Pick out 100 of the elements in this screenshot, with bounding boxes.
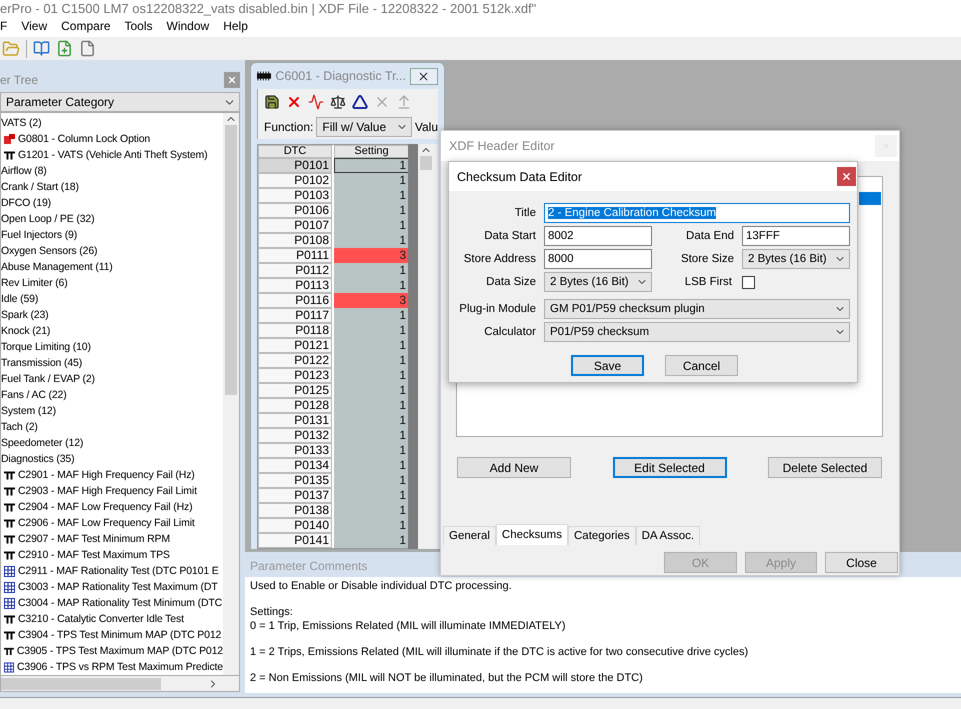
tree-item[interactable]: C3004 - MAP Rationality Test Minimum (DTC: [18, 597, 222, 610]
tab[interactable]: DA Assoc.: [636, 526, 700, 546]
row-header[interactable]: P0103: [258, 188, 332, 204]
close-button[interactable]: [410, 68, 438, 85]
menu-item[interactable]: F: [0, 19, 16, 34]
tab[interactable]: Categories: [568, 526, 636, 546]
tree-item[interactable]: C3905 - TPS Test Maximum MAP (DTC P012: [16, 645, 223, 658]
table-cell[interactable]: 1: [334, 503, 409, 518]
view-dropdown[interactable]: Parameter Category: [0, 92, 240, 112]
row-header[interactable]: P0128: [258, 398, 332, 414]
selected-list-row[interactable]: [859, 192, 881, 206]
table-cell[interactable]: 1: [334, 473, 409, 488]
tree-item[interactable]: Airflow (8): [1, 165, 47, 178]
table-cell[interactable]: 1: [334, 428, 409, 444]
table-cell[interactable]: 1: [334, 518, 409, 534]
row-header[interactable]: P0141: [258, 533, 332, 548]
row-header[interactable]: P0125: [258, 383, 332, 398]
row-header[interactable]: P0106: [258, 203, 332, 218]
tree-item[interactable]: Spark (23): [1, 309, 49, 322]
table-cell[interactable]: 1: [334, 188, 409, 204]
tree-item[interactable]: Abuse Management (11): [1, 261, 113, 274]
tree-item[interactable]: VATS (2): [1, 117, 42, 130]
row-header[interactable]: P0135: [258, 473, 332, 488]
tree-item[interactable]: Crank / Start (18): [1, 181, 79, 194]
file-icon[interactable]: [79, 40, 96, 58]
tree-item[interactable]: C2911 - MAF Rationality Test (DTC P0101 E: [18, 565, 219, 578]
row-header[interactable]: P0101: [258, 158, 332, 174]
checkbox[interactable]: [742, 276, 755, 289]
table-cell[interactable]: 1: [334, 218, 409, 234]
row-header[interactable]: P0134: [258, 458, 332, 474]
table-cell[interactable]: 1: [334, 443, 409, 458]
tree-item[interactable]: C3904 - TPS Test Minimum MAP (DTC P012: [18, 629, 222, 642]
scrollbar-thumb[interactable]: [1, 678, 161, 690]
dropdown[interactable]: P01/P59 checksum: [544, 322, 850, 342]
row-header[interactable]: P0131: [258, 413, 332, 428]
table-cell[interactable]: 1: [334, 488, 409, 504]
menu-item[interactable]: Compare: [61, 19, 118, 34]
tab[interactable]: General: [443, 526, 496, 546]
table-cell[interactable]: 1: [334, 203, 409, 218]
tree-item[interactable]: C3003 - MAP Rationality Test Maximum (DT: [18, 581, 218, 594]
table-cell[interactable]: 1: [334, 533, 409, 548]
input-field[interactable]: 13FFF: [742, 226, 850, 246]
row-header[interactable]: P0133: [258, 443, 332, 458]
tree-item[interactable]: C3210 - Catalytic Converter Idle Test: [18, 613, 184, 626]
title-field[interactable]: 2 - Engine Calibration Checksum: [544, 203, 850, 224]
save-icon[interactable]: [264, 94, 280, 110]
table-cell[interactable]: 1: [334, 308, 409, 324]
action-button[interactable]: Edit Selected: [612, 457, 726, 478]
scale-icon[interactable]: [330, 94, 346, 110]
row-header[interactable]: P0122: [258, 353, 332, 368]
tree-item[interactable]: G0801 - Column Lock Option: [18, 133, 150, 146]
tree-item[interactable]: Speedometer (12): [1, 437, 84, 450]
tree-item[interactable]: Open Loop / PE (32): [1, 213, 94, 226]
file-plus-icon[interactable]: [56, 40, 73, 58]
menu-item[interactable]: Tools: [124, 19, 161, 34]
tree-item[interactable]: Transmission (45): [1, 357, 82, 370]
tree-item[interactable]: Knock (21): [1, 325, 50, 338]
input-field[interactable]: 8000: [544, 249, 652, 270]
table-cell[interactable]: 1: [334, 263, 409, 278]
tree-item[interactable]: DFCO (19): [1, 197, 51, 210]
row-header[interactable]: P0113: [258, 278, 332, 294]
table-cell[interactable]: 1: [334, 458, 409, 474]
menu-item[interactable]: Window: [166, 19, 218, 34]
input-field[interactable]: 8002: [544, 226, 652, 246]
tree-item[interactable]: Fans / AC (22): [1, 389, 67, 402]
tree-item[interactable]: C2901 - MAF High Frequency Fail (Hz): [18, 469, 195, 482]
action-button[interactable]: Delete Selected: [768, 457, 882, 478]
function-dropdown[interactable]: Fill w/ Value: [316, 117, 412, 138]
dropdown[interactable]: 2 Bytes (16 Bit): [544, 272, 652, 292]
tree-item[interactable]: Idle (59): [1, 293, 38, 306]
close-button[interactable]: [837, 167, 856, 186]
table-cell[interactable]: 1: [334, 353, 409, 368]
tree-item[interactable]: Fuel Tank / EVAP (2): [1, 373, 95, 386]
table-cell[interactable]: 1: [334, 158, 409, 174]
table-cell[interactable]: 1: [334, 413, 409, 428]
tree-item[interactable]: C2904 - MAF Low Frequency Fail (Hz): [18, 501, 192, 514]
tree-item[interactable]: C2907 - MAF Test Minimum RPM: [18, 533, 170, 546]
row-header[interactable]: P0112: [258, 263, 332, 278]
graph-icon[interactable]: [308, 94, 324, 110]
tree-item[interactable]: C2910 - MAF Test Maximum TPS: [18, 549, 170, 562]
row-header[interactable]: P0118: [258, 323, 332, 338]
table-cell[interactable]: 1: [334, 338, 409, 354]
table-cell[interactable]: 1: [334, 233, 409, 248]
tree-item[interactable]: Rev Limiter (6): [1, 277, 68, 290]
scrollbar-thumb[interactable]: [225, 125, 237, 396]
row-header[interactable]: P0123: [258, 368, 332, 384]
arrow-up-icon[interactable]: [396, 94, 412, 110]
row-header[interactable]: P0140: [258, 518, 332, 534]
tree-item[interactable]: C2903 - MAF High Frequency Fail Limit: [18, 485, 197, 498]
row-header[interactable]: P0132: [258, 428, 332, 444]
row-header[interactable]: P0121: [258, 338, 332, 354]
row-header[interactable]: P0116: [258, 293, 332, 308]
row-header[interactable]: P0138: [258, 503, 332, 518]
tree-item[interactable]: C3906 - TPS vs RPM Test Maximum Predicte: [16, 661, 223, 674]
table-cell[interactable]: 1: [334, 383, 409, 398]
row-header[interactable]: P0137: [258, 488, 332, 504]
table-cell[interactable]: 1: [334, 398, 409, 414]
menu-item[interactable]: Help: [223, 19, 256, 34]
horizontal-scrollbar[interactable]: [0, 676, 240, 692]
dropdown[interactable]: 2 Bytes (16 Bit): [742, 249, 850, 270]
